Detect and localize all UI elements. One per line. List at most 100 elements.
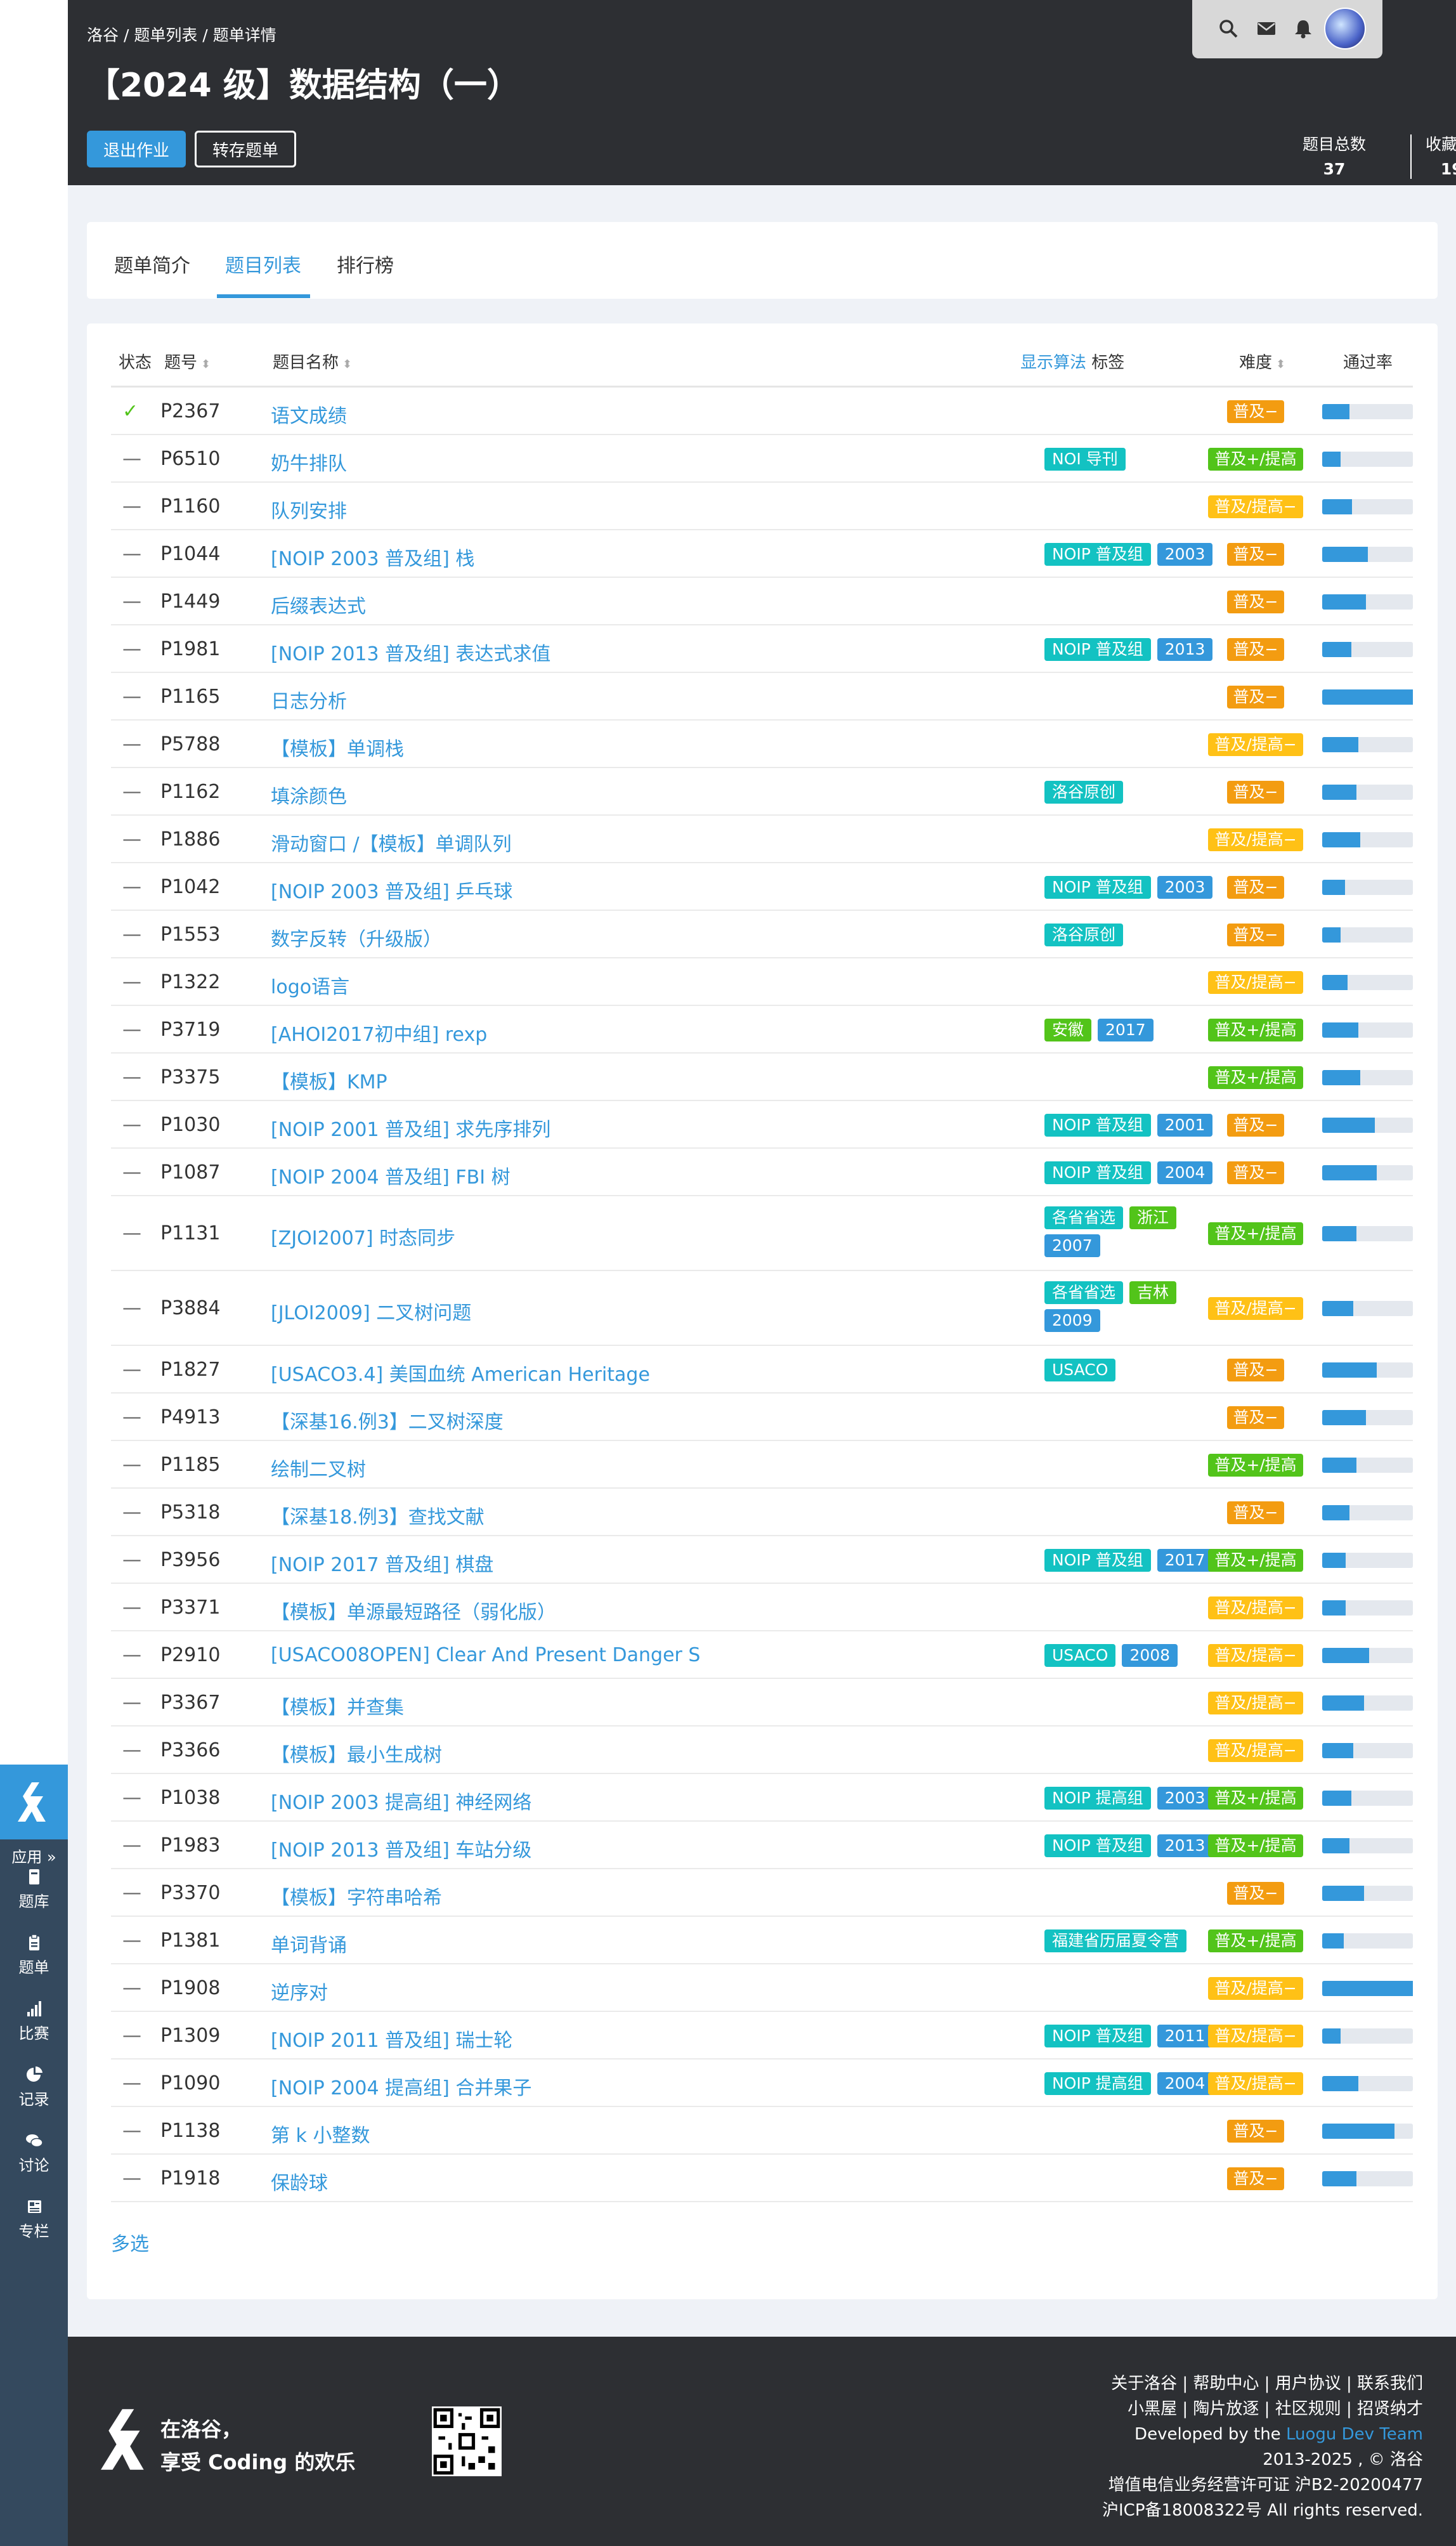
- problem-title-link[interactable]: [NOIP 2017 普及组] 棋盘: [271, 1549, 493, 1577]
- problem-id: P1449: [160, 590, 221, 613]
- problem-id: P1160: [160, 495, 221, 518]
- problem-title-link[interactable]: [NOIP 2013 普及组] 车站分级: [271, 1834, 531, 1862]
- problem-id: P2367: [160, 400, 221, 422]
- problem-title-link[interactable]: 绘制二叉树: [271, 1454, 366, 1482]
- sidebar-item-contest[interactable]: 比赛: [0, 1999, 68, 2043]
- problem-title-link[interactable]: 【模板】KMP: [271, 1066, 387, 1094]
- problem-title-link[interactable]: [USACO3.4] 美国血统 American Heritage: [271, 1359, 650, 1387]
- tag-badge[interactable]: NOIP 普及组: [1044, 875, 1151, 899]
- luogu-logo[interactable]: [0, 1765, 68, 1839]
- exit-homework-button[interactable]: 退出作业: [87, 131, 186, 167]
- tag-badge[interactable]: 福建省历届夏令营: [1044, 1929, 1187, 1952]
- search-icon[interactable]: [1218, 18, 1239, 39]
- pie-chart-icon: [26, 2066, 42, 2082]
- problem-title-link[interactable]: 队列安排: [271, 495, 347, 523]
- sidebar-item-column[interactable]: 专栏: [0, 2197, 68, 2241]
- tag-badge[interactable]: NOIP 普及组: [1044, 2024, 1151, 2047]
- avatar[interactable]: [1324, 8, 1366, 49]
- problem-title-link[interactable]: 日志分析: [271, 686, 347, 714]
- tag-badge[interactable]: 2009: [1044, 1309, 1100, 1332]
- save-list-button[interactable]: 转存题单: [195, 131, 296, 167]
- problem-title-link[interactable]: [ZJOI2007] 时态同步: [271, 1222, 455, 1250]
- tag-badge[interactable]: 2017: [1098, 1018, 1154, 1041]
- sidebar-item-training[interactable]: 题单: [0, 1933, 68, 1977]
- footer-dev-team-link[interactable]: Luogu Dev Team: [1286, 2425, 1423, 2444]
- show-algorithm-toggle[interactable]: 显示算法: [1020, 353, 1086, 372]
- problem-title-link[interactable]: 数字反转（升级版）: [271, 924, 442, 951]
- tag-badge[interactable]: NOIP 提高组: [1044, 2072, 1151, 2095]
- footer-license[interactable]: 增值电信业务经营许可证 沪B2-20200477: [1102, 2472, 1423, 2498]
- pass-rate-bar: [1322, 2028, 1413, 2044]
- problem-title-link[interactable]: 【模板】字符串哈希: [271, 1882, 442, 1910]
- footer-links-line[interactable]: 小黑屋 | 陶片放逐 | 社区规则 | 招贤纳才: [1102, 2396, 1423, 2422]
- tag-badge[interactable]: NOI 导刊: [1044, 447, 1126, 471]
- problem-title-link[interactable]: 【深基18.例3】查找文献: [271, 1501, 484, 1529]
- tag-badge[interactable]: USACO: [1044, 1358, 1116, 1381]
- tag-badge[interactable]: 2008: [1122, 1643, 1178, 1667]
- problem-title-link[interactable]: 【模板】单调栈: [271, 733, 404, 761]
- problem-title-link[interactable]: 奶牛排队: [271, 448, 347, 476]
- problem-title-link[interactable]: 后缀表达式: [271, 591, 366, 618]
- problem-title-link[interactable]: [NOIP 2003 提高组] 神经网络: [271, 1787, 531, 1815]
- problem-title-link[interactable]: [NOIP 2003 普及组] 栈: [271, 543, 474, 571]
- problem-title-link[interactable]: [USACO08OPEN] Clear And Present Danger S: [271, 1644, 700, 1666]
- tab-problem-list[interactable]: 题目列表: [225, 250, 301, 278]
- tab-ranking[interactable]: 排行榜: [337, 250, 394, 278]
- problem-title-link[interactable]: [AHOI2017初中组] rexp: [271, 1019, 487, 1047]
- problem-title-link[interactable]: 【深基16.例3】二叉树深度: [271, 1406, 504, 1434]
- problem-title-link[interactable]: [NOIP 2001 普及组] 求先序排列: [271, 1114, 550, 1142]
- problem-title-link[interactable]: 填涂颜色: [271, 781, 347, 809]
- multi-select-link[interactable]: 多选: [111, 2228, 149, 2256]
- tab-intro[interactable]: 题单简介: [114, 250, 190, 278]
- sidebar-apps-toggle[interactable]: 应用 »: [0, 1844, 68, 1867]
- tag-badge[interactable]: NOIP 普及组: [1044, 542, 1151, 566]
- tag-badge[interactable]: 2007: [1044, 1234, 1100, 1257]
- tag-badge[interactable]: 安徽: [1044, 1018, 1092, 1041]
- problem-title-link[interactable]: 语文成绩: [271, 400, 347, 428]
- tag-badge[interactable]: NOIP 普及组: [1044, 1834, 1151, 1857]
- footer-links-line[interactable]: 关于洛谷 | 帮助中心 | 用户协议 | 联系我们: [1102, 2371, 1423, 2396]
- problem-title-link[interactable]: logo语言: [271, 971, 349, 999]
- tag-badge[interactable]: NOIP 普及组: [1044, 1161, 1151, 1184]
- problem-title-link[interactable]: 单词背诵: [271, 1929, 347, 1957]
- tag-badge[interactable]: 洛谷原创: [1044, 780, 1124, 804]
- bell-icon[interactable]: [1292, 18, 1314, 39]
- header-name[interactable]: 题目名称 ⬍: [273, 349, 352, 373]
- problem-title-link[interactable]: [NOIP 2013 普及组] 表达式求值: [271, 638, 550, 666]
- problem-title-link[interactable]: [JLOI2009] 二叉树问题: [271, 1297, 471, 1325]
- mail-icon[interactable]: [1256, 18, 1277, 39]
- sidebar-item-discuss[interactable]: 讨论: [0, 2131, 68, 2175]
- tag-badge[interactable]: 各省省选: [1044, 1206, 1124, 1229]
- problem-title-link[interactable]: 滑动窗口 /【模板】单调队列: [271, 828, 512, 856]
- tag-badge[interactable]: 吉林: [1129, 1281, 1177, 1304]
- problem-title-link[interactable]: 【模板】最小生成树: [271, 1739, 442, 1767]
- header-pid[interactable]: 题号 ⬍: [164, 349, 211, 373]
- header-difficulty[interactable]: 难度 ⬍: [1239, 349, 1285, 373]
- problem-title-link[interactable]: 第 k 小整数: [271, 2120, 370, 2148]
- tag-badge[interactable]: NOIP 普及组: [1044, 1548, 1151, 1572]
- problem-title-link[interactable]: [NOIP 2004 普及组] FBI 树: [271, 1161, 510, 1189]
- tag-badge[interactable]: NOIP 普及组: [1044, 637, 1151, 661]
- problem-title-link[interactable]: 【模板】单源最短路径（弱化版）: [271, 1596, 556, 1624]
- problem-title-link[interactable]: 逆序对: [271, 1977, 328, 2005]
- problem-title-link[interactable]: [NOIP 2003 普及组] 乒乓球: [271, 876, 512, 904]
- problem-title-link[interactable]: 保龄球: [271, 2167, 328, 2195]
- sidebar-item-problems[interactable]: 题库: [0, 1867, 68, 1911]
- not-attempted-icon: —: [122, 1929, 141, 1952]
- sidebar-item-record[interactable]: 记录: [0, 2065, 68, 2109]
- problem-title-link[interactable]: [NOIP 2004 提高组] 合并果子: [271, 2072, 531, 2100]
- tag-badge[interactable]: NOIP 普及组: [1044, 1113, 1151, 1137]
- difficulty-badge: 普及/提高−: [1208, 970, 1303, 994]
- footer-icp[interactable]: 沪ICP备18008322号 All rights reserved.: [1102, 2498, 1423, 2523]
- tag-badge[interactable]: 各省省选: [1044, 1281, 1124, 1304]
- breadcrumb-list[interactable]: 题单列表: [134, 26, 197, 44]
- tag-badge[interactable]: 洛谷原创: [1044, 923, 1124, 946]
- problem-title-link[interactable]: [NOIP 2011 普及组] 瑞士轮: [271, 2025, 512, 2053]
- problem-title-link[interactable]: 【模板】并查集: [271, 1692, 404, 1720]
- breadcrumb-detail: 题单详情: [212, 26, 276, 44]
- tag-badge[interactable]: USACO: [1044, 1643, 1116, 1667]
- table-row: — P1886 滑动窗口 /【模板】单调队列 普及/提高−: [111, 816, 1413, 863]
- breadcrumb-home[interactable]: 洛谷: [87, 26, 119, 44]
- tag-badge[interactable]: 浙江: [1129, 1206, 1177, 1229]
- tag-badge[interactable]: NOIP 提高组: [1044, 1786, 1151, 1810]
